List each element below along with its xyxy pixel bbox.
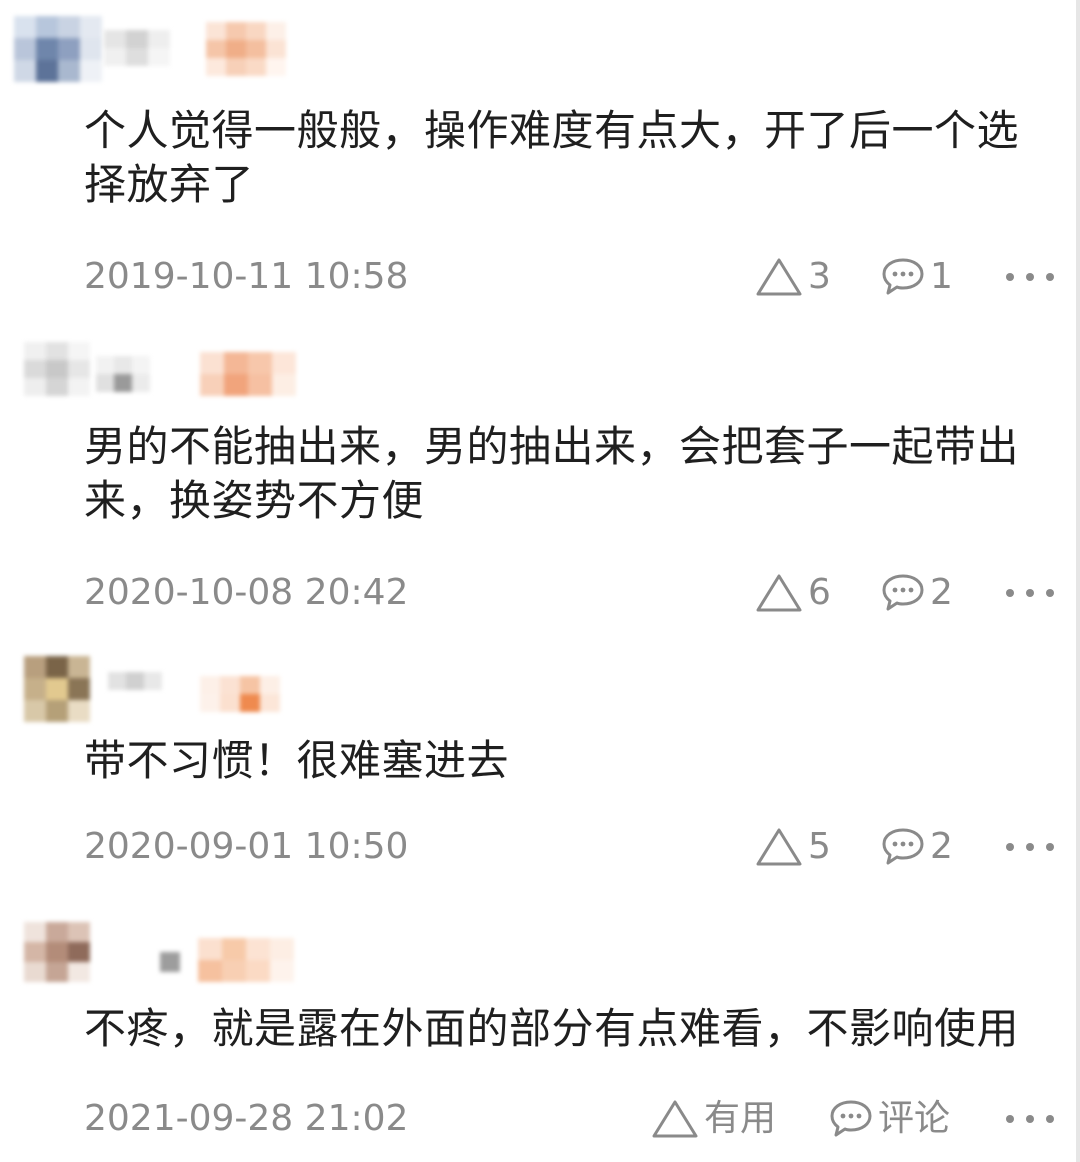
- more-dots-icon[interactable]: [1006, 822, 1054, 872]
- reply-count: 1: [930, 256, 953, 297]
- username-blurred[interactable]: [160, 952, 180, 972]
- avatar-blurred[interactable]: [24, 342, 90, 396]
- username-blurred[interactable]: [104, 30, 170, 66]
- comment-meta: 2020-10-08 20:42 6 2: [84, 568, 1054, 618]
- helpful-label: 有用: [704, 1098, 777, 1139]
- username-blurred[interactable]: [96, 356, 150, 392]
- reply-count: 2: [930, 826, 953, 867]
- comment-meta: 2019-10-11 10:58 3 1: [84, 252, 1054, 302]
- speech-bubble-icon: [880, 825, 926, 869]
- comment-text: 不疼，就是露在外面的部分有点难看，不影响使用: [84, 1004, 1020, 1053]
- like-button[interactable]: 6: [754, 568, 831, 618]
- like-button[interactable]: 3: [754, 252, 831, 302]
- triangle-outline-icon: [754, 826, 804, 868]
- comment-timestamp: 2021-09-28 21:02: [84, 1098, 409, 1139]
- comment-timestamp: 2019-10-11 10:58: [84, 256, 409, 297]
- speech-bubble-icon: [880, 571, 926, 615]
- like-count: 5: [808, 826, 831, 867]
- speech-bubble-icon: [880, 255, 926, 299]
- comment-label: 评论: [878, 1098, 951, 1139]
- comment-text: 个人觉得一般般，操作难度有点大，开了后一个选择放弃了: [84, 106, 1020, 209]
- comment-timestamp: 2020-09-01 10:50: [84, 826, 409, 867]
- more-dots-icon[interactable]: [1006, 252, 1054, 302]
- triangle-outline-icon: [754, 256, 804, 298]
- scroll-edge: [1076, 0, 1080, 1162]
- user-badge-blurred: [200, 676, 280, 712]
- reply-button[interactable]: 2: [880, 822, 953, 872]
- user-badge-blurred: [198, 938, 294, 982]
- like-count: 3: [808, 256, 831, 297]
- speech-bubble-icon: [828, 1097, 874, 1141]
- avatar-blurred[interactable]: [24, 922, 90, 982]
- triangle-outline-icon: [754, 572, 804, 614]
- reply-button[interactable]: 1: [880, 252, 953, 302]
- comment-button[interactable]: 评论: [828, 1094, 950, 1144]
- helpful-button[interactable]: 有用: [650, 1094, 776, 1144]
- like-button[interactable]: 5: [754, 822, 831, 872]
- like-count: 6: [808, 572, 831, 613]
- comment-text: 带不习惯！很难塞进去: [84, 736, 510, 785]
- reply-button[interactable]: 2: [880, 568, 953, 618]
- comment-timestamp: 2020-10-08 20:42: [84, 572, 409, 613]
- avatar-blurred[interactable]: [24, 656, 90, 722]
- user-badge-blurred: [206, 22, 286, 76]
- reply-count: 2: [930, 572, 953, 613]
- more-dots-icon[interactable]: [1006, 568, 1054, 618]
- comment-text: 男的不能抽出来，男的抽出来，会把套子一起带出来，换姿势不方便: [84, 422, 1020, 525]
- triangle-outline-icon: [650, 1098, 700, 1140]
- user-badge-blurred: [200, 352, 296, 396]
- avatar-blurred[interactable]: [14, 16, 102, 82]
- comment-meta: 2020-09-01 10:50 5 2: [84, 822, 1054, 872]
- more-dots-icon[interactable]: [1006, 1094, 1054, 1144]
- username-blurred[interactable]: [108, 672, 162, 690]
- comment-meta: 2021-09-28 21:02 有用 评论: [84, 1094, 1054, 1144]
